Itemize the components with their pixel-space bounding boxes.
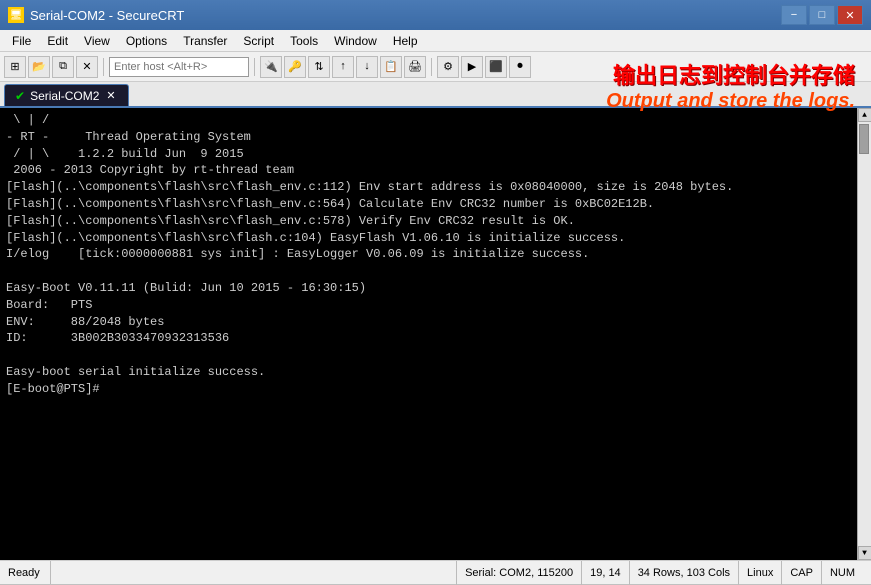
toolbar-btn-settings[interactable]: ⚙ bbox=[437, 56, 459, 78]
terminal-line bbox=[6, 263, 851, 280]
scroll-up-arrow[interactable]: ▲ bbox=[858, 108, 871, 122]
toolbar-sep-2 bbox=[254, 58, 255, 76]
toolbar-btn-paste[interactable]: 📋 bbox=[380, 56, 402, 78]
terminal-line: I/elog [tick:0000000881 sys init] : Easy… bbox=[6, 246, 851, 263]
toolbar-btn-record[interactable]: ⏺ bbox=[509, 56, 531, 78]
terminal-line: [Flash](..\components\flash\src\flash_en… bbox=[6, 179, 851, 196]
status-num: NUM bbox=[821, 561, 863, 585]
menu-bar: File Edit View Options Transfer Script T… bbox=[0, 30, 871, 52]
status-cap: CAP bbox=[781, 561, 821, 585]
title-bar-left: 🖥 Serial-COM2 - SecureCRT bbox=[8, 7, 184, 23]
terminal-line: [E-boot@PTS]# bbox=[6, 381, 851, 398]
toolbar-btn-new[interactable]: ⊞ bbox=[4, 56, 26, 78]
toolbar-btn-script[interactable]: ▶ bbox=[461, 56, 483, 78]
menu-view[interactable]: View bbox=[76, 30, 118, 51]
scroll-track[interactable] bbox=[858, 122, 871, 546]
terminal[interactable]: \ | /- RT - Thread Operating System / | … bbox=[0, 108, 857, 560]
status-position: 19, 14 bbox=[581, 561, 629, 585]
terminal-line: [Flash](..\components\flash\src\flash.c:… bbox=[6, 230, 851, 247]
scroll-thumb[interactable] bbox=[859, 124, 869, 154]
toolbar-btn-download[interactable]: ↓ bbox=[356, 56, 378, 78]
status-connection: Serial: COM2, 115200 bbox=[456, 561, 581, 585]
terminal-line: 2006 - 2013 Copyright by rt-thread team bbox=[6, 162, 851, 179]
toolbar: ⊞ 📂 ⧉ ✕ 🔌 🔑 ⇅ ↑ ↓ 📋 🖨 ⚙ ▶ ⬛ ⏺ bbox=[0, 52, 871, 82]
terminal-line: ENV: 88/2048 bytes bbox=[6, 314, 851, 331]
terminal-line: [Flash](..\components\flash\src\flash_en… bbox=[6, 196, 851, 213]
terminal-line: ID: 3B002B3033470932313536 bbox=[6, 330, 851, 347]
toolbar-btn-stop[interactable]: ⬛ bbox=[485, 56, 507, 78]
app-icon: 🖥 bbox=[8, 7, 24, 23]
terminal-line: [Flash](..\components\flash\src\flash_en… bbox=[6, 213, 851, 230]
status-right: Serial: COM2, 115200 19, 14 34 Rows, 103… bbox=[456, 561, 863, 585]
menu-options[interactable]: Options bbox=[118, 30, 175, 51]
menu-transfer[interactable]: Transfer bbox=[175, 30, 235, 51]
menu-script[interactable]: Script bbox=[235, 30, 282, 51]
close-button[interactable]: ✕ bbox=[837, 5, 863, 25]
menu-tools[interactable]: Tools bbox=[282, 30, 326, 51]
tab-check-icon: ✔ bbox=[15, 89, 25, 103]
scrollbar[interactable]: ▲ ▼ bbox=[857, 108, 871, 560]
terminal-line: \ | / bbox=[6, 112, 851, 129]
menu-help[interactable]: Help bbox=[385, 30, 426, 51]
status-size: 34 Rows, 103 Cols bbox=[629, 561, 738, 585]
toolbar-btn-print[interactable]: 🖨 bbox=[404, 56, 426, 78]
toolbar-sep-3 bbox=[431, 58, 432, 76]
toolbar-btn-key[interactable]: 🔑 bbox=[284, 56, 306, 78]
window-title: Serial-COM2 - SecureCRT bbox=[30, 8, 184, 23]
tab-serial-com2[interactable]: ✔ Serial-COM2 ✕ bbox=[4, 84, 129, 106]
window-controls: − □ ✕ bbox=[781, 5, 863, 25]
terminal-line: / | \ 1.2.2 build Jun 9 2015 bbox=[6, 146, 851, 163]
menu-edit[interactable]: Edit bbox=[39, 30, 76, 51]
toolbar-sep-1 bbox=[103, 58, 104, 76]
toolbar-btn-open[interactable]: 📂 bbox=[28, 56, 50, 78]
toolbar-btn-transfer[interactable]: ⇅ bbox=[308, 56, 330, 78]
main-area: \ | /- RT - Thread Operating System / | … bbox=[0, 108, 871, 560]
toolbar-btn-clone[interactable]: ⧉ bbox=[52, 56, 74, 78]
status-bar: Ready Serial: COM2, 115200 19, 14 34 Row… bbox=[0, 560, 871, 584]
restore-button[interactable]: □ bbox=[809, 5, 835, 25]
terminal-line: Easy-Boot V0.11.11 (Bulid: Jun 10 2015 -… bbox=[6, 280, 851, 297]
host-input[interactable] bbox=[109, 57, 249, 77]
title-bar: 🖥 Serial-COM2 - SecureCRT − □ ✕ bbox=[0, 0, 871, 30]
toolbar-btn-close[interactable]: ✕ bbox=[76, 56, 98, 78]
terminal-line: Easy-boot serial initialize success. bbox=[6, 364, 851, 381]
status-ready: Ready bbox=[8, 561, 51, 584]
tab-close-icon[interactable]: ✕ bbox=[104, 89, 117, 102]
menu-file[interactable]: File bbox=[4, 30, 39, 51]
menu-window[interactable]: Window bbox=[326, 30, 385, 51]
tab-bar: ✔ Serial-COM2 ✕ bbox=[0, 82, 871, 108]
scroll-down-arrow[interactable]: ▼ bbox=[858, 546, 871, 560]
status-os: Linux bbox=[738, 561, 781, 585]
toolbar-btn-connect[interactable]: 🔌 bbox=[260, 56, 282, 78]
toolbar-btn-upload[interactable]: ↑ bbox=[332, 56, 354, 78]
minimize-button[interactable]: − bbox=[781, 5, 807, 25]
terminal-line bbox=[6, 347, 851, 364]
terminal-line: - RT - Thread Operating System bbox=[6, 129, 851, 146]
terminal-line: Board: PTS bbox=[6, 297, 851, 314]
tab-label: Serial-COM2 bbox=[30, 89, 99, 103]
